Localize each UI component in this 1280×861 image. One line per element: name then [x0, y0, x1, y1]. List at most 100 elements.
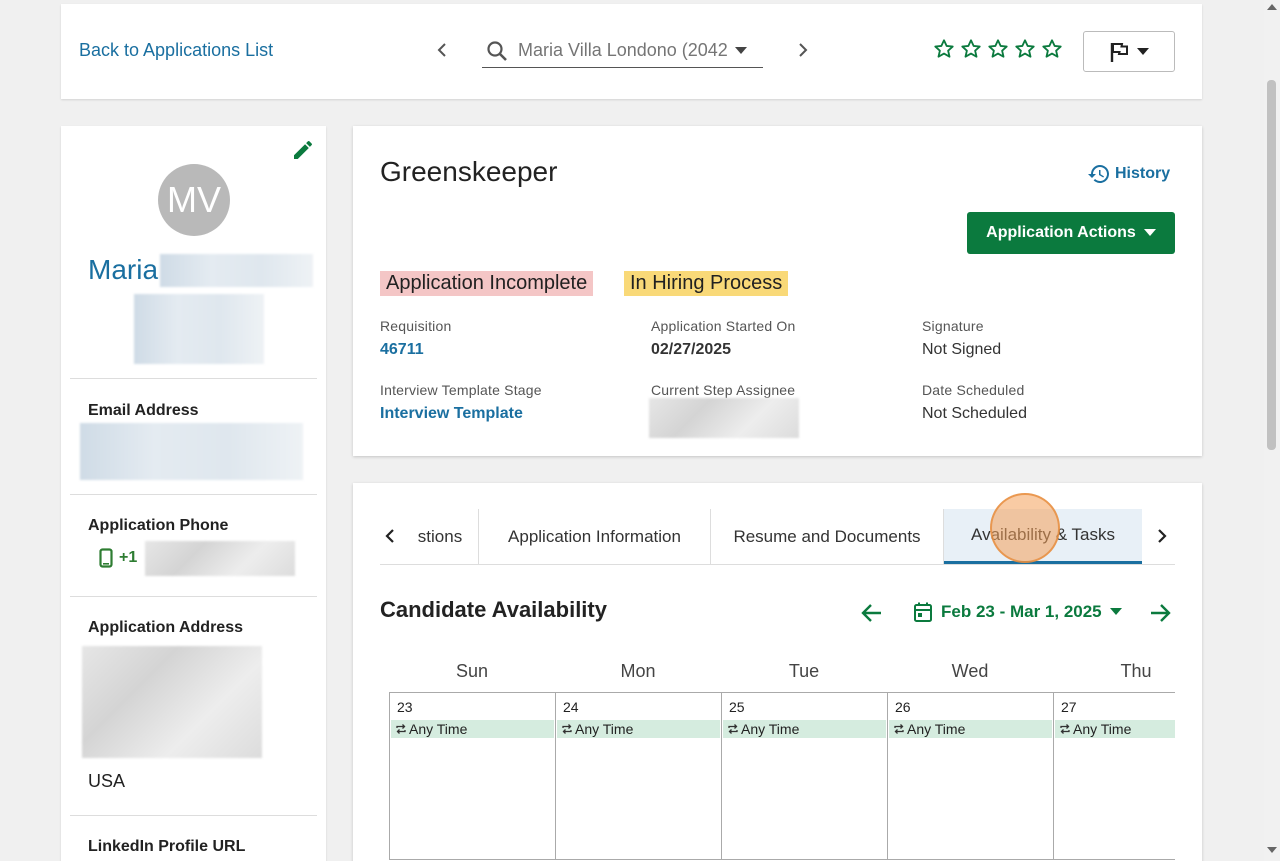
scroll-down-arrow-icon[interactable] [1267, 847, 1277, 853]
week-range-label: Feb 23 - Mar 1, 2025 [941, 602, 1102, 621]
template-stage-link[interactable]: Interview Template [380, 405, 523, 423]
scheduled-label: Date Scheduled [922, 382, 1025, 398]
divider [70, 494, 317, 495]
application-detail-card: Greenskeeper History Application Actions… [353, 126, 1202, 456]
status-badge-hiring: In Hiring Process [624, 271, 789, 296]
history-label: History [1115, 165, 1171, 182]
top-bar: Back to Applications List [61, 4, 1202, 99]
address-country: USA [88, 771, 126, 791]
calendar-day-cell[interactable]: 25 Any Time [721, 692, 887, 860]
caret-down-icon [1143, 229, 1156, 236]
phone-number[interactable]: +1 [99, 548, 137, 568]
tabs-scroll-left-chevron-icon[interactable] [380, 525, 400, 552]
search-icon [482, 40, 512, 62]
candidate-name: Maria [88, 254, 159, 285]
weekday-label: Tue [788, 661, 820, 681]
day-number: 27 [1061, 699, 1077, 715]
calendar-day-cell[interactable]: 24 Any Time [555, 692, 721, 860]
weekday-label: Thu [1120, 661, 1152, 681]
flag-dropdown-button[interactable] [1083, 31, 1175, 72]
repeat-icon [728, 724, 738, 734]
rating-stars [933, 38, 1063, 60]
redacted-assignee [649, 398, 799, 438]
calendar-icon [914, 602, 932, 622]
linkedin-label: LinkedIn Profile URL [88, 838, 246, 855]
scroll-up-arrow-icon[interactable] [1267, 4, 1277, 10]
scrollbar-thumb[interactable] [1267, 80, 1276, 450]
requisition-link[interactable]: 46711 [380, 341, 424, 359]
previous-week-arrow-icon[interactable] [861, 602, 883, 629]
star-icon[interactable] [960, 38, 982, 60]
tab-resume-and-documents[interactable]: Resume and Documents [711, 509, 944, 564]
redacted-last-name [160, 254, 313, 287]
history-button[interactable]: History [1087, 162, 1170, 186]
tab-application-information[interactable]: Application Information [479, 509, 711, 564]
back-to-list-link[interactable]: Back to Applications List [79, 40, 273, 61]
day-number: 25 [729, 699, 745, 715]
availability-slot[interactable]: Any Time [391, 720, 554, 738]
weekday-label: Mon [620, 661, 656, 681]
redacted-phone [145, 541, 295, 576]
phone-label: Application Phone [88, 517, 229, 534]
star-icon[interactable] [987, 38, 1009, 60]
email-label: Email Address [88, 402, 199, 419]
history-icon [1088, 165, 1109, 183]
calendar-day-cell[interactable]: 23 Any Time [389, 692, 555, 860]
repeat-icon [396, 724, 406, 734]
phone-prefix: +1 [119, 549, 138, 566]
previous-applicant-chevron-icon[interactable] [430, 38, 454, 62]
weekday-header: Sun Mon Tue Wed Thu [389, 661, 1219, 682]
calendar-day-cell[interactable]: 26 Any Time [887, 692, 1053, 860]
slot-label: Any Time [575, 721, 634, 737]
caret-down-icon [1137, 47, 1149, 55]
avatar: MV [158, 164, 230, 236]
signature-label: Signature [922, 318, 984, 334]
applicant-search-input[interactable] [518, 40, 728, 61]
applicant-search[interactable] [482, 34, 763, 68]
next-week-arrow-icon[interactable] [1149, 602, 1171, 629]
calendar-day-cell[interactable]: 27 Any Time [1053, 692, 1175, 860]
repeat-icon [894, 724, 904, 734]
day-number: 24 [563, 699, 579, 715]
slot-label: Any Time [741, 721, 800, 737]
template-stage-label: Interview Template Stage [380, 382, 542, 398]
slot-label: Any Time [1073, 721, 1132, 737]
availability-slot[interactable]: Any Time [723, 720, 886, 738]
started-label: Application Started On [651, 318, 796, 334]
day-number: 23 [397, 699, 413, 715]
assignee-label: Current Step Assignee [651, 382, 796, 398]
day-number: 26 [895, 699, 911, 715]
week-range-picker[interactable]: Feb 23 - Mar 1, 2025 [913, 601, 1122, 623]
dropdown-caret-icon[interactable] [728, 46, 754, 55]
weekday-label: Sun [455, 661, 489, 681]
redacted-name-line [134, 294, 264, 364]
tabs-scroll-right-chevron-icon[interactable] [1152, 525, 1172, 552]
divider [70, 815, 317, 816]
availability-title: Candidate Availability [380, 597, 607, 622]
tab-availability-and-tasks[interactable]: Availability & Tasks [944, 509, 1142, 564]
star-icon[interactable] [1041, 38, 1063, 60]
signature-value: Not Signed [922, 341, 1002, 358]
started-value: 02/27/2025 [651, 341, 732, 358]
status-badge-incomplete: Application Incomplete [380, 271, 594, 296]
star-icon[interactable] [1014, 38, 1036, 60]
availability-slot[interactable]: Any Time [1055, 720, 1175, 738]
application-actions-button[interactable]: Application Actions [967, 212, 1175, 254]
page-scrollbar[interactable] [1264, 0, 1280, 861]
redacted-email [80, 423, 303, 480]
tab-questions[interactable]: stions [402, 509, 479, 564]
tab-bar: stions Application Information Resume an… [380, 509, 1175, 565]
availability-slot[interactable]: Any Time [889, 720, 1052, 738]
next-applicant-chevron-icon[interactable] [791, 38, 815, 62]
scheduled-value: Not Scheduled [922, 405, 1027, 422]
repeat-icon [562, 724, 572, 734]
slot-label: Any Time [907, 721, 966, 737]
repeat-icon [1060, 724, 1070, 734]
availability-calendar-grid: 23 Any Time 24 Any Time 25 Any Time 26 Any Time… [389, 692, 1175, 861]
caret-down-icon [1109, 608, 1122, 615]
availability-slot[interactable]: Any Time [557, 720, 720, 738]
star-icon[interactable] [933, 38, 955, 60]
slot-label: Any Time [409, 721, 468, 737]
edit-pencil-icon[interactable] [291, 138, 315, 167]
application-actions-label: Application Actions [986, 224, 1136, 241]
